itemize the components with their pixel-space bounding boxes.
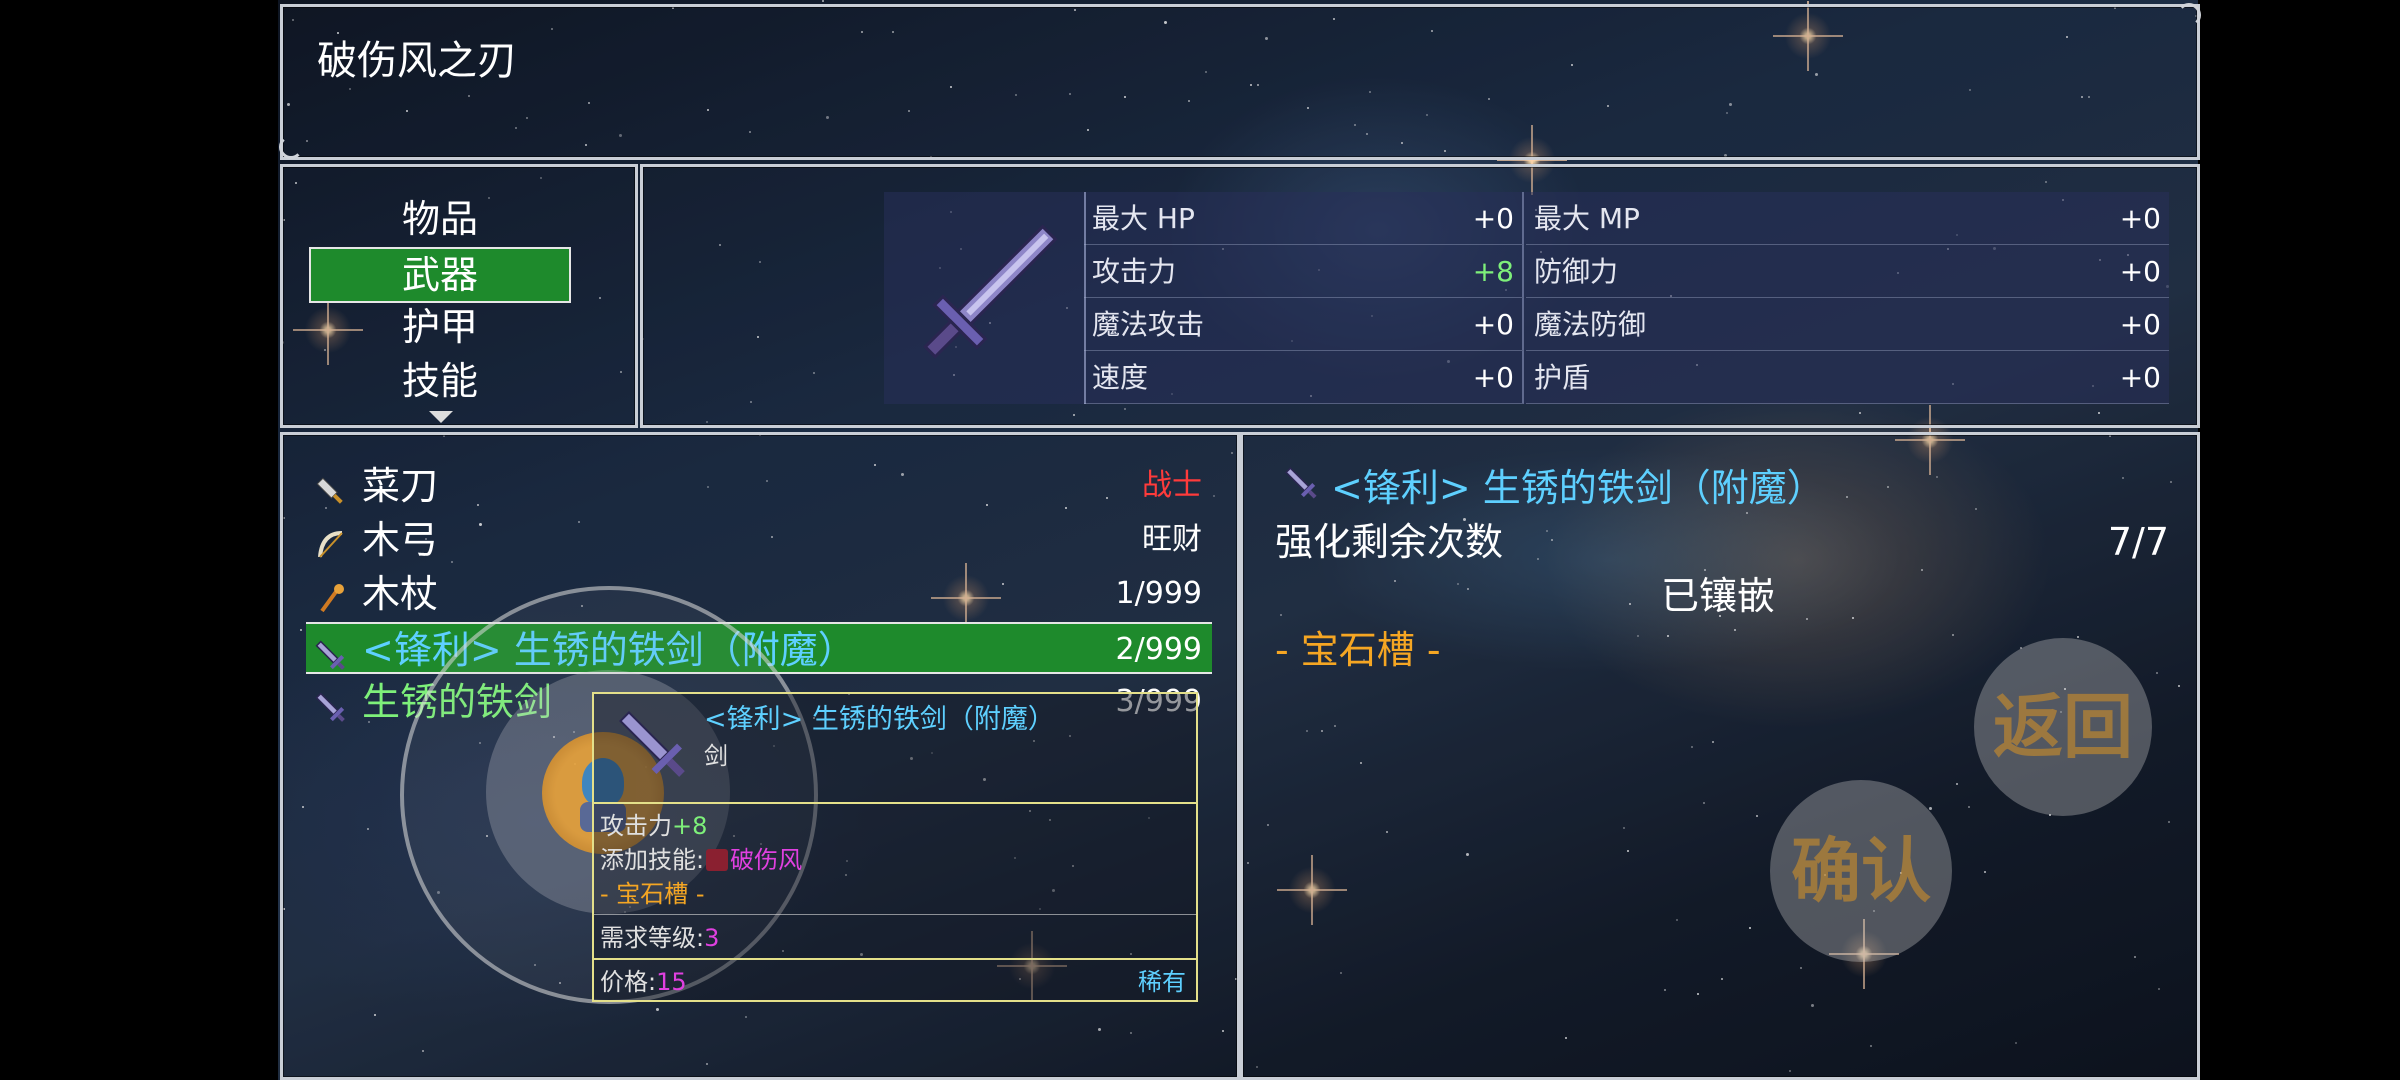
- stats-panel: 最大 HP +0 最大 MP +0 攻击力 +8 防御力 +0 魔法攻击 +0 魔法防御 +0 速度 +0…: [884, 192, 2169, 404]
- stat-cell: 最大 HP +0: [1084, 192, 1524, 245]
- item-row[interactable]: 木杖 1/999: [306, 568, 1212, 620]
- sword-icon: [1285, 467, 1317, 499]
- scroll-down-arrow-icon[interactable]: [429, 411, 453, 423]
- equipment-preview: [884, 192, 1086, 404]
- gem-slot-label: - 宝石槽 -: [1275, 628, 1441, 672]
- stat-label: 防御力: [1534, 255, 1619, 288]
- tooltip-divider: [594, 958, 1196, 960]
- category-window: 物品 武器 护甲 技能: [280, 164, 638, 428]
- inlaid-label: 已镶嵌: [1661, 574, 1776, 618]
- tooltip-required-level-value: 3: [704, 924, 720, 952]
- tooltip-divider: [594, 914, 1196, 915]
- category-skills[interactable]: 技能: [309, 355, 571, 407]
- tooltip-gem-slot: - 宝石槽 -: [600, 880, 705, 908]
- category-armor[interactable]: 护甲: [309, 301, 571, 353]
- item-name: 菜刀: [362, 464, 439, 508]
- tooltip-price-value: 15: [656, 968, 687, 996]
- stat-value: +0: [1472, 308, 1514, 341]
- stat-cell: 最大 MP +0: [1526, 192, 2169, 245]
- stat-cell: 速度 +0: [1084, 351, 1524, 404]
- tooltip-rarity: 稀有: [1138, 968, 1186, 996]
- confirm-button-label: 确认: [1791, 830, 1931, 912]
- stat-label: 攻击力: [1092, 255, 1177, 288]
- category-weapons[interactable]: 武器: [309, 247, 571, 303]
- sword-icon: [312, 634, 348, 670]
- sword-icon: [923, 224, 1058, 359]
- stat-label: 魔法防御: [1534, 308, 1647, 341]
- item-count: 1/999: [1115, 576, 1202, 611]
- item-row[interactable]: 木弓 旺财: [306, 514, 1212, 566]
- stat-value: +0: [2119, 255, 2161, 288]
- cleaver-icon: [312, 470, 348, 506]
- skill-title: 破伤风之刃: [317, 38, 517, 84]
- stat-value: +0: [2119, 361, 2161, 394]
- sword-icon: [619, 711, 685, 777]
- stat-cell: 魔法防御 +0: [1526, 298, 2169, 351]
- stat-value: +8: [1472, 255, 1514, 288]
- tooltip-required-level: 需求等级:3: [600, 924, 720, 952]
- stat-cell: 魔法攻击 +0: [1084, 298, 1524, 351]
- back-button[interactable]: 返回: [1974, 638, 2152, 816]
- item-tooltip: <锋利> 生锈的铁剑（附魔） 剑 攻击力+8 添加技能: 破伤风 - 宝石槽 - …: [592, 692, 1198, 1002]
- category-items[interactable]: 物品: [309, 193, 571, 245]
- frame-corner-ornament: [2177, 3, 2201, 27]
- tooltip-attack-value: +8: [672, 812, 708, 840]
- detail-item-name: <锋利> 生锈的铁剑（附魔）: [1331, 466, 1825, 510]
- confirm-button[interactable]: 确认: [1770, 780, 1952, 962]
- item-name: 木弓: [362, 518, 439, 562]
- stat-value: +0: [2119, 202, 2161, 235]
- back-button-label: 返回: [1993, 686, 2133, 768]
- staff-icon: [312, 578, 348, 614]
- item-count: 旺财: [1142, 522, 1202, 557]
- item-name: 木杖: [362, 572, 439, 616]
- sword-icon: [312, 686, 348, 722]
- skill-title-window: 破伤风之刃: [279, 3, 2201, 160]
- enhance-remaining-label: 强化剩余次数: [1275, 520, 1504, 564]
- tooltip-item-name: <锋利> 生锈的铁剑（附魔）: [704, 704, 1055, 735]
- stat-value: +0: [1472, 202, 1514, 235]
- stat-label: 护盾: [1534, 361, 1591, 394]
- tooltip-skill-name: 破伤风: [730, 846, 803, 874]
- tooltip-price: 价格:15: [600, 968, 687, 996]
- bow-icon: [312, 524, 348, 560]
- item-count: 战士: [1142, 468, 1202, 503]
- item-count: 2/999: [1115, 632, 1202, 667]
- stat-cell: 攻击力 +8: [1084, 245, 1524, 298]
- stat-cell: 护盾 +0: [1526, 351, 2169, 404]
- tooltip-item-type: 剑: [704, 742, 728, 770]
- tooltip-divider: [594, 802, 1196, 804]
- frame-corner-ornament: [279, 135, 303, 159]
- stat-label: 速度: [1092, 361, 1149, 394]
- tooltip-attack: 攻击力+8: [600, 812, 708, 840]
- skill-icon: [706, 849, 729, 871]
- tooltip-added-skill: 添加技能: 破伤风: [600, 846, 803, 874]
- stat-cell: 防御力 +0: [1526, 245, 2169, 298]
- stat-value: +0: [2119, 308, 2161, 341]
- item-row[interactable]: 菜刀 战士: [306, 460, 1212, 512]
- stat-value: +0: [1472, 361, 1514, 394]
- star: [822, 0, 824, 2]
- stat-label: 魔法攻击: [1092, 308, 1205, 341]
- stat-label: 最大 HP: [1092, 202, 1195, 235]
- enhance-remaining-value: 7/7: [2107, 520, 2169, 564]
- stat-label: 最大 MP: [1534, 202, 1640, 235]
